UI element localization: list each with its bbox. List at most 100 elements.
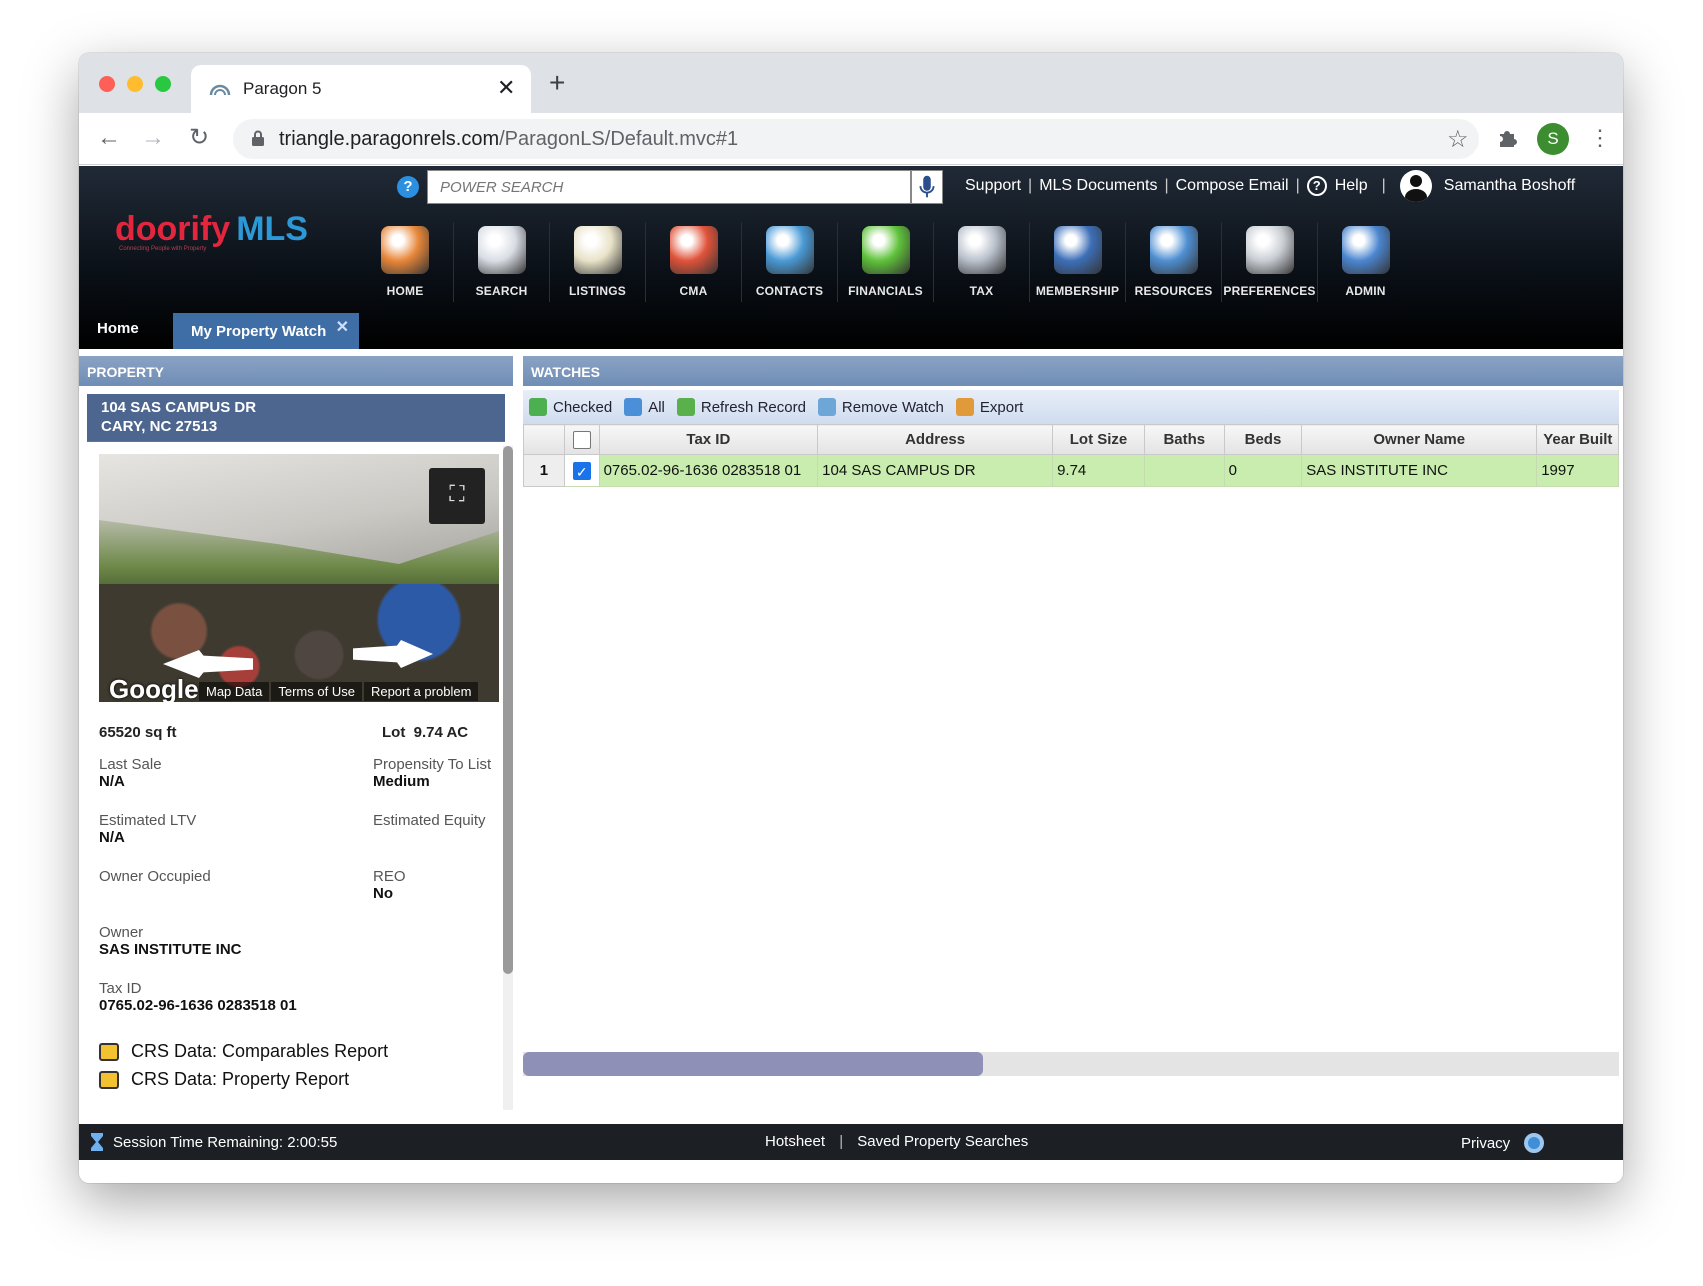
all-button[interactable]: All <box>624 398 665 416</box>
nav-contacts[interactable]: CONTACTS <box>741 222 837 302</box>
map-data-link[interactable]: Map Data <box>199 682 270 701</box>
power-search[interactable] <box>427 170 911 204</box>
comparables-report-label: CRS Data: Comparables Report <box>131 1041 389 1061</box>
col-beds[interactable]: Beds <box>1223 424 1303 455</box>
new-tab-button[interactable]: + <box>549 69 565 97</box>
address-line-2: CARY, NC 27513 <box>101 418 218 435</box>
scrollbar-thumb[interactable] <box>503 446 513 974</box>
col-year-built[interactable]: Year Built <box>1536 424 1619 455</box>
extensions-puzzle-icon[interactable] <box>1497 127 1519 149</box>
minimize-window-button[interactable] <box>127 76 143 92</box>
nav-cma[interactable]: CMA <box>645 222 741 302</box>
back-icon[interactable]: ← <box>97 123 121 153</box>
reload-icon[interactable]: ↻ <box>189 123 209 153</box>
help-link[interactable]: Help <box>1335 177 1368 195</box>
nav-label: FINANCIALS <box>848 284 923 298</box>
address-line-1: 104 SAS CAMPUS DR <box>101 399 257 416</box>
terms-of-use-link[interactable]: Terms of Use <box>271 682 362 701</box>
remove-watch-icon <box>817 398 836 416</box>
propensity-label: Propensity To List <box>373 756 492 773</box>
user-name[interactable]: Samantha Boshoff <box>1444 177 1575 195</box>
table-header-row: Tax ID Address Lot Size Baths Beds Owner… <box>523 424 1619 455</box>
street-view-photo[interactable]: ⛶ Google Map Data Terms of Use Report a … <box>99 454 499 702</box>
property-report-link[interactable]: CRS Data: Property Report <box>99 1069 349 1090</box>
microphone-icon <box>919 175 935 198</box>
privacy-link[interactable]: Privacy <box>1461 1135 1510 1152</box>
refresh-record-button[interactable]: Refresh Record <box>676 398 806 416</box>
search-help-icon[interactable]: ? <box>397 176 419 198</box>
tab-strip: Paragon 5 ✕ + <box>79 53 1623 113</box>
row-checkbox-cell: ✓ <box>563 454 600 487</box>
address-bar[interactable]: triangle.paragonrels.com/ParagonLS/Defau… <box>233 119 1479 159</box>
lot-value: 9.74 AC <box>413 724 469 741</box>
col-tax-id[interactable]: Tax ID <box>598 424 819 455</box>
select-all-checkbox[interactable] <box>572 430 591 449</box>
nav-search[interactable]: SEARCH <box>453 222 549 302</box>
comparables-report-link[interactable]: CRS Data: Comparables Report <box>99 1041 388 1062</box>
browser-tab[interactable]: Paragon 5 ✕ <box>191 65 531 113</box>
doorify-logo[interactable]: doorify MLS <box>115 210 308 249</box>
tab-close-icon[interactable]: ✕ <box>497 75 515 101</box>
browser-menu-icon[interactable]: ⋮ <box>1589 123 1611 153</box>
cell-owner: SAS INSTITUTE INC <box>1301 454 1538 487</box>
saved-searches-link[interactable]: Saved Property Searches <box>857 1133 1028 1150</box>
close-tab-icon[interactable]: ✕ <box>336 317 349 337</box>
nav-label: CONTACTS <box>755 284 824 298</box>
watches-horizontal-scrollbar[interactable] <box>523 1052 1619 1076</box>
breadcrumb-tabs: Home My Property Watch ✕ <box>79 308 1623 349</box>
settings-gear-icon[interactable] <box>1524 1133 1545 1153</box>
cell-lot-size: 9.74 <box>1052 454 1145 487</box>
mls-documents-link[interactable]: MLS Documents <box>1039 177 1157 195</box>
checked-button[interactable]: Checked <box>529 398 612 416</box>
col-baths[interactable]: Baths <box>1143 424 1225 455</box>
row-number-header <box>523 424 565 455</box>
refresh-icon <box>676 398 695 416</box>
help-icon[interactable]: ? <box>1306 176 1327 196</box>
my-property-watch-tab[interactable]: My Property Watch ✕ <box>173 313 359 349</box>
bookmark-star-icon[interactable]: ☆ <box>1447 125 1469 154</box>
nav-label: LISTINGS <box>569 284 626 298</box>
power-search-input[interactable] <box>428 171 910 203</box>
property-panel-header: PROPERTY <box>79 356 513 386</box>
export-button[interactable]: Export <box>955 398 1023 416</box>
profile-avatar[interactable]: S <box>1537 123 1569 155</box>
url-path: /ParagonLS/Default.mvc#1 <box>499 128 739 150</box>
action-label: All <box>648 398 665 416</box>
reo-field: REO No <box>373 868 406 902</box>
support-link[interactable]: Support <box>965 177 1021 195</box>
report-problem-link[interactable]: Report a problem <box>363 682 479 701</box>
search-icon <box>478 226 526 274</box>
compose-email-link[interactable]: Compose Email <box>1176 177 1289 195</box>
footer-links: Hotsheet | Saved Property Searches <box>765 1133 1028 1150</box>
row-checkbox[interactable]: ✓ <box>572 461 591 480</box>
forward-icon[interactable]: → <box>141 123 165 153</box>
nav-tax[interactable]: TAX <box>933 222 1029 302</box>
col-owner-name[interactable]: Owner Name <box>1301 424 1538 455</box>
nav-membership[interactable]: MEMBERSHIP <box>1029 222 1125 302</box>
nav-resources[interactable]: RESOURCES <box>1125 222 1221 302</box>
tax-id-field: Tax ID 0765.02-96-1636 0283518 01 <box>99 980 297 1014</box>
close-window-button[interactable] <box>99 76 115 92</box>
fullscreen-icon[interactable]: ⛶ <box>429 468 485 524</box>
nav-listings[interactable]: LISTINGS <box>549 222 645 302</box>
col-address[interactable]: Address <box>817 424 1054 455</box>
nav-admin[interactable]: ADMIN <box>1317 222 1413 302</box>
action-label: Checked <box>553 398 613 416</box>
contacts-icon <box>766 226 814 274</box>
voice-search-button[interactable] <box>911 170 943 204</box>
nav-preferences[interactable]: PREFERENCES <box>1221 222 1317 302</box>
scrollbar-thumb[interactable] <box>523 1052 983 1076</box>
home-tab[interactable]: Home <box>97 320 139 337</box>
all-arrow-icon <box>624 398 643 416</box>
remove-watch-button[interactable]: Remove Watch <box>817 398 944 416</box>
property-panel-scrollbar[interactable] <box>503 446 513 1110</box>
nav-home[interactable]: HOME <box>357 222 453 302</box>
maximize-window-button[interactable] <box>155 76 171 92</box>
table-row[interactable]: 1 ✓ 0765.02-96-1636 0283518 01 104 SAS C… <box>523 454 1619 487</box>
nav-financials[interactable]: FINANCIALS <box>837 222 933 302</box>
user-avatar-icon[interactable] <box>1399 170 1432 202</box>
owner-label: Owner <box>99 924 144 941</box>
browser-window: Paragon 5 ✕ + ← → ↻ triangle.paragonrels… <box>79 53 1623 1183</box>
hotsheet-link[interactable]: Hotsheet <box>765 1133 825 1150</box>
col-lot-size[interactable]: Lot Size <box>1052 424 1145 455</box>
